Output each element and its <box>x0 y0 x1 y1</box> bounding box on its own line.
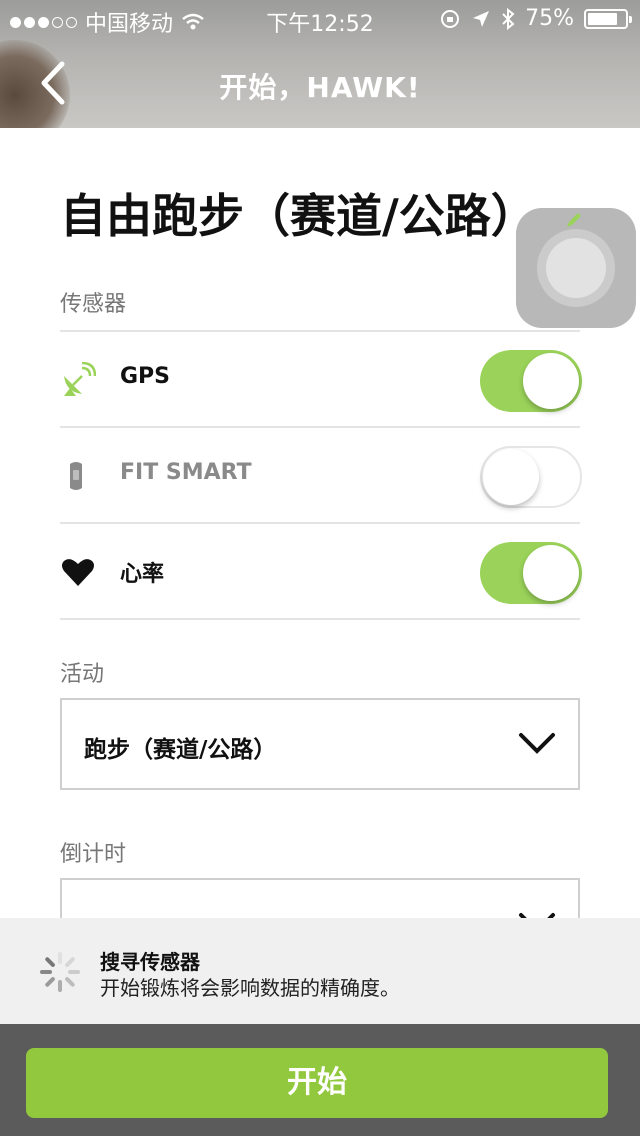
header: 中国移动 下午12:52 75% 开始，HAWK! <box>0 0 640 128</box>
fit-smart-toggle[interactable] <box>480 446 582 508</box>
toast-title: 搜寻传感器 <box>100 950 200 974</box>
activity-select[interactable]: 跑步（赛道/公路） <box>60 698 580 790</box>
chevron-down-icon <box>519 733 555 754</box>
sensor-row-heart-rate: 心率 <box>60 524 582 618</box>
location-icon <box>473 10 490 27</box>
bottom-bar: 开始 <box>0 1024 640 1136</box>
header-title: 开始，HAWK! <box>219 71 421 104</box>
heart-icon <box>62 559 94 586</box>
activity-select-value: 跑步（赛道/公路） <box>84 737 277 763</box>
sensor-label-fit-smart: FIT SMART <box>120 460 252 485</box>
pencil-icon <box>567 213 581 227</box>
page-title: 自由跑步（赛道/公路） <box>60 189 537 243</box>
status-bar: 中国移动 下午12:52 75% <box>0 0 640 40</box>
battery-icon <box>584 8 632 29</box>
sensor-row-gps: GPS <box>60 332 582 426</box>
sensors-section-label: 传感器 <box>60 292 127 317</box>
workout-start-screen: 中国移动 下午12:52 75% 开始，HAWK! 自由跑步（赛道/公路） 传感… <box>0 0 640 1136</box>
toast-message: 开始锻炼将会影响数据的精确度。 <box>100 976 400 1000</box>
status-right-group: 75% <box>439 6 632 31</box>
sensor-label-gps: GPS <box>120 364 171 389</box>
bluetooth-icon <box>502 7 515 30</box>
orientation-lock-icon <box>441 9 460 28</box>
sensor-row-fit-smart: FIT SMART <box>60 428 582 522</box>
heart-rate-toggle[interactable] <box>480 542 582 604</box>
activity-section-label: 活动 <box>60 662 105 687</box>
satellite-dish-icon <box>64 362 96 396</box>
gps-toggle[interactable] <box>480 350 582 412</box>
battery-percent: 75% <box>525 6 574 31</box>
fit-smart-band-icon <box>70 462 82 490</box>
start-button[interactable]: 开始 <box>26 1048 608 1118</box>
sensor-search-toast: 搜寻传感器 开始锻炼将会影响数据的精确度。 <box>0 918 640 1024</box>
sensor-label-heart-rate: 心率 <box>120 562 165 587</box>
assistive-touch-button[interactable] <box>516 208 636 328</box>
countdown-section-label: 倒计时 <box>60 842 127 867</box>
loading-spinner-icon <box>40 952 80 992</box>
divider <box>60 618 580 620</box>
